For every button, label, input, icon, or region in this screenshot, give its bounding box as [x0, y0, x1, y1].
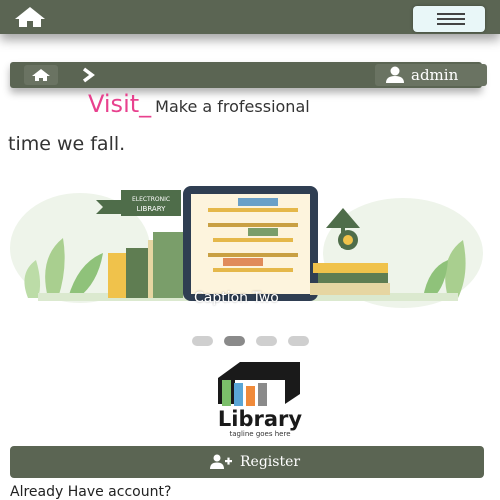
marquee: Visit_ Make a frofessional [88, 90, 310, 130]
add-user-icon [210, 454, 232, 469]
carousel-dot[interactable] [288, 336, 309, 346]
register-button[interactable]: Register [10, 446, 484, 478]
logo-tagline: tagline goes here [229, 430, 290, 438]
menu-toggle-button[interactable] [413, 6, 485, 32]
chevron-right-icon [82, 67, 95, 83]
login-prompt[interactable]: Already Have account? [10, 484, 171, 500]
breadcrumb: admin [10, 62, 487, 88]
library-illustration: ELECTRONIC LIBRARY [8, 168, 484, 308]
marquee-line-2: time we fall. [8, 133, 126, 155]
user-name: admin [411, 66, 459, 84]
logo-name: Library [218, 407, 302, 431]
user-menu[interactable]: admin [375, 64, 487, 86]
user-icon [386, 66, 404, 83]
breadcrumb-home[interactable] [24, 65, 58, 85]
breadcrumb-next[interactable] [74, 65, 108, 85]
banner-text-1: ELECTRONIC [132, 196, 170, 203]
hamburger-icon [437, 13, 465, 15]
home-icon[interactable] [12, 6, 48, 28]
carousel-dot-active[interactable] [224, 336, 245, 346]
image-carousel[interactable]: ELECTRONIC LIBRARY [8, 168, 484, 308]
marquee-text: Make a frofessional [155, 97, 310, 116]
banner-text-2: LIBRARY [137, 205, 167, 213]
marquee-highlight: Visit_ [88, 90, 152, 118]
library-logo: Library tagline goes here [190, 360, 330, 440]
carousel-caption: Caption Two [194, 290, 279, 306]
home-icon [32, 69, 50, 81]
carousel-dot[interactable] [256, 336, 277, 346]
carousel-dot[interactable] [192, 336, 213, 346]
register-label: Register [240, 454, 301, 470]
top-navbar [0, 0, 500, 34]
